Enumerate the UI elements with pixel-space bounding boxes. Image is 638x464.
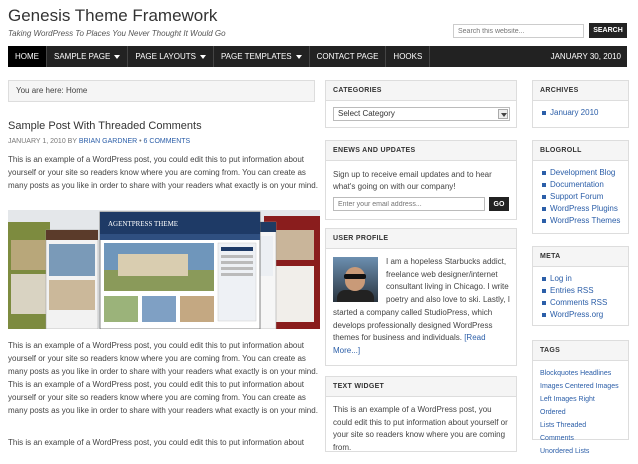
avatar bbox=[333, 257, 378, 302]
site-description: Taking WordPress To Places You Never Tho… bbox=[8, 29, 226, 38]
main-nav: HOME SAMPLE PAGE PAGE LAYOUTS PAGE TEMPL… bbox=[8, 46, 627, 67]
list-item[interactable]: WordPress.org bbox=[540, 309, 621, 321]
nav-label: HOME bbox=[15, 52, 39, 61]
archives-widget: ARCHIVES January 2010 bbox=[532, 80, 629, 128]
profile-bio: I am a hopeless Starbucks addict, freela… bbox=[386, 257, 510, 304]
list-item[interactable]: WordPress Themes bbox=[540, 215, 621, 227]
site-header: Genesis Theme Framework Taking WordPress… bbox=[0, 0, 638, 44]
list-item[interactable]: January 2010 bbox=[540, 107, 621, 119]
image-caption: AGENTPRESS THEME bbox=[108, 220, 178, 228]
meta-list: Log in Entries RSS Comments RSS WordPres… bbox=[533, 267, 628, 327]
tag-link[interactable]: Unordered Lists bbox=[540, 445, 621, 458]
email-field[interactable] bbox=[333, 197, 485, 211]
breadcrumb: You are here: Home bbox=[8, 80, 315, 102]
nav-home[interactable]: HOME bbox=[8, 46, 47, 67]
list-item[interactable]: Support Forum bbox=[540, 191, 621, 203]
tag-link[interactable]: Lists Threaded Comments bbox=[540, 419, 621, 445]
theme-screenshot-image: AGENTPRESS THEME bbox=[8, 210, 320, 329]
nav-label: PAGE TEMPLATES bbox=[220, 52, 292, 61]
nav-page-layouts[interactable]: PAGE LAYOUTS bbox=[128, 46, 214, 67]
nav-sample-page[interactable]: SAMPLE PAGE bbox=[47, 46, 129, 67]
enews-widget: ENEWS AND UPDATES Sign up to receive ema… bbox=[325, 140, 517, 220]
nav-label: SAMPLE PAGE bbox=[54, 52, 111, 61]
text-widget: TEXT WIDGET This is an example of a Word… bbox=[325, 376, 517, 452]
dropdown-arrow-icon bbox=[114, 54, 121, 59]
nav-label: CONTACT PAGE bbox=[316, 52, 379, 61]
chevron-down-icon bbox=[498, 109, 508, 119]
category-select-value: Select Category bbox=[338, 109, 395, 118]
blogroll-link[interactable]: WordPress Plugins bbox=[550, 204, 618, 213]
post-paragraph: This is an example of a WordPress post, … bbox=[8, 438, 305, 447]
post-image: AGENTPRESS THEME bbox=[8, 210, 320, 329]
blogroll-list: Development Blog Documentation Support F… bbox=[533, 161, 628, 233]
user-profile-widget: USER PROFILE I am a hopeless Starbucks a… bbox=[325, 228, 517, 366]
list-item[interactable]: WordPress Plugins bbox=[540, 203, 621, 215]
widget-title: ENEWS AND UPDATES bbox=[326, 141, 516, 161]
post-paragraph: This is an example of a WordPress post, … bbox=[8, 155, 318, 190]
nav-contact-page[interactable]: CONTACT PAGE bbox=[310, 46, 387, 67]
list-item[interactable]: Entries RSS bbox=[540, 285, 621, 297]
tag-link[interactable]: Blockquotes Headlines bbox=[540, 367, 621, 380]
archive-link[interactable]: January 2010 bbox=[550, 108, 598, 117]
blogroll-link[interactable]: WordPress Themes bbox=[550, 216, 620, 225]
site-title[interactable]: Genesis Theme Framework bbox=[8, 6, 217, 26]
widget-title: CATEGORIES bbox=[326, 81, 516, 101]
blogroll-link[interactable]: Development Blog bbox=[550, 168, 615, 177]
widget-title: TAGS bbox=[533, 341, 628, 361]
post-author-link[interactable]: BRIAN GARDNER bbox=[79, 138, 137, 145]
widget-title: TEXT WIDGET bbox=[326, 377, 516, 397]
widget-title: META bbox=[533, 247, 628, 267]
post-date: JANUARY 1, 2010 BY bbox=[8, 138, 77, 145]
dropdown-arrow-icon bbox=[295, 54, 302, 59]
list-item[interactable]: Development Blog bbox=[540, 167, 621, 179]
post-meta: JANUARY 1, 2010 BY BRIAN GARDNER • 6 COM… bbox=[8, 138, 190, 145]
category-select[interactable]: Select Category bbox=[333, 107, 510, 121]
blogroll-link[interactable]: Support Forum bbox=[550, 192, 603, 201]
meta-link[interactable]: Comments RSS bbox=[550, 298, 607, 307]
tags-widget: TAGS Blockquotes Headlines Images Center… bbox=[532, 340, 629, 455]
meta-separator: • bbox=[139, 138, 142, 145]
nav-hooks[interactable]: HOOKS bbox=[386, 46, 431, 67]
search-input[interactable] bbox=[453, 24, 584, 38]
nav-label: HOOKS bbox=[393, 52, 423, 61]
archives-list: January 2010 bbox=[533, 101, 628, 125]
list-item[interactable]: Comments RSS bbox=[540, 297, 621, 309]
widget-title: ARCHIVES bbox=[533, 81, 628, 101]
meta-link[interactable]: Entries RSS bbox=[550, 286, 594, 295]
post-title[interactable]: Sample Post With Threaded Comments bbox=[8, 120, 202, 132]
widget-title: USER PROFILE bbox=[326, 229, 516, 249]
categories-widget: CATEGORIES Select Category bbox=[325, 80, 517, 128]
tag-cloud: Blockquotes Headlines Images Centered Im… bbox=[533, 361, 628, 464]
nav-label: PAGE LAYOUTS bbox=[135, 52, 196, 61]
search-button[interactable]: SEARCH bbox=[589, 23, 627, 38]
tag-link[interactable]: Images Centered Images bbox=[540, 380, 621, 393]
subscribe-button[interactable]: GO bbox=[489, 197, 509, 211]
meta-widget: META Log in Entries RSS Comments RSS Wor… bbox=[532, 246, 629, 326]
tag-link[interactable]: Left Images Right Ordered bbox=[540, 393, 621, 419]
list-item[interactable]: Documentation bbox=[540, 179, 621, 191]
nav-date: JANUARY 30, 2010 bbox=[550, 52, 621, 61]
profile-bio-continued: started a company called StudioPress, wh… bbox=[333, 307, 513, 357]
list-item[interactable]: Log in bbox=[540, 273, 621, 285]
dropdown-arrow-icon bbox=[199, 54, 206, 59]
widget-title: BLOGROLL bbox=[533, 141, 628, 161]
blogroll-link[interactable]: Documentation bbox=[550, 180, 604, 189]
text-widget-body: This is an example of a WordPress post, … bbox=[333, 405, 508, 452]
meta-link[interactable]: Log in bbox=[550, 274, 572, 283]
enews-text: Sign up to receive email updates and to … bbox=[333, 170, 492, 191]
nav-page-templates[interactable]: PAGE TEMPLATES bbox=[214, 46, 310, 67]
post-comments-link[interactable]: 6 COMMENTS bbox=[144, 138, 191, 145]
blogroll-widget: BLOGROLL Development Blog Documentation … bbox=[532, 140, 629, 234]
post-paragraph: This is an example of a WordPress post, … bbox=[8, 341, 318, 415]
meta-link[interactable]: WordPress.org bbox=[550, 310, 603, 319]
